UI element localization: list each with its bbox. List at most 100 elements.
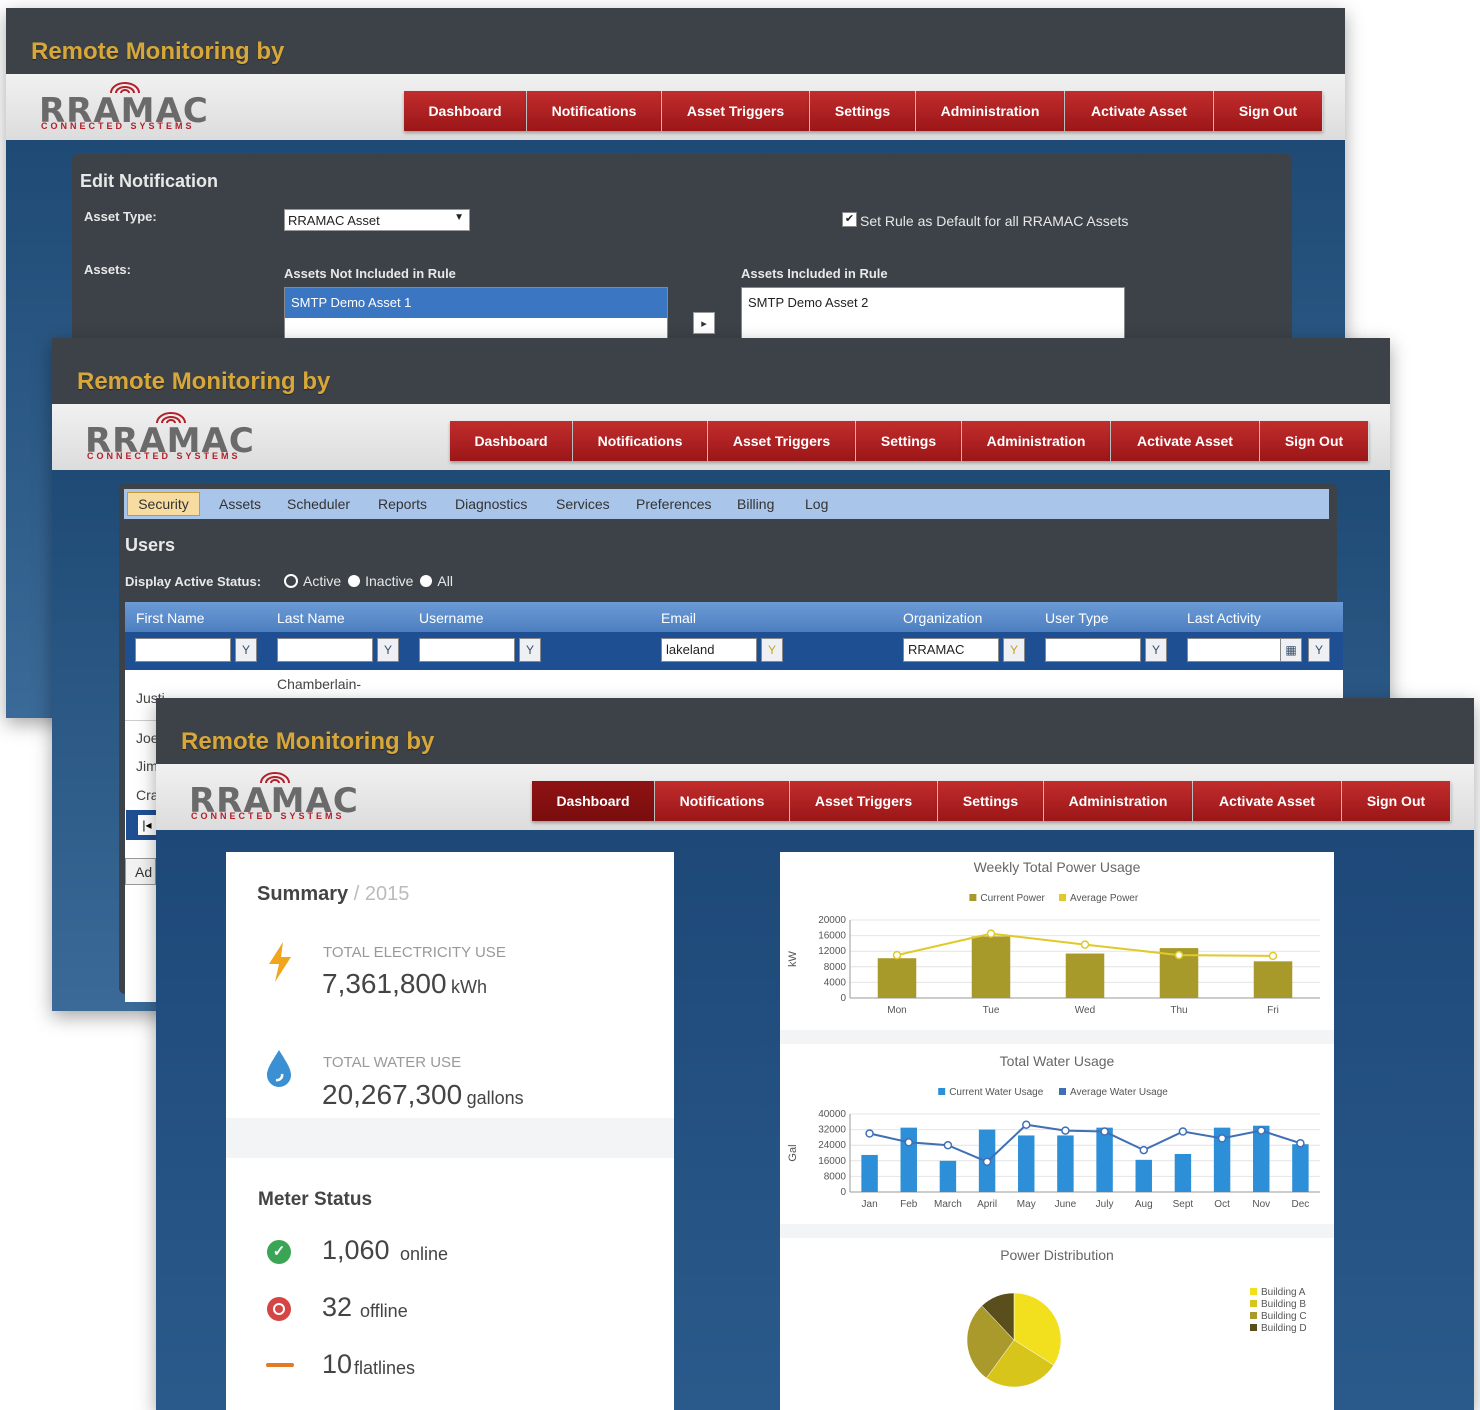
nav-settings[interactable]: Settings [810, 91, 916, 131]
list-item[interactable]: SMTP Demo Asset 1 [285, 288, 667, 318]
nav-settings[interactable]: Settings [938, 781, 1044, 821]
nav-sign-out[interactable]: Sign Out [1260, 421, 1369, 461]
grid-header: First Name Last Name Username Email Orga… [125, 602, 1343, 632]
meter-flatline-label: flatlines [354, 1358, 416, 1378]
filter-user-type[interactable] [1045, 638, 1141, 662]
average-point [1174, 950, 1184, 960]
filter-last-name[interactable] [277, 638, 373, 662]
filter-active-icon[interactable]: Y [1003, 638, 1025, 662]
rramac-logo[interactable]: RRAMAC CONNECTED SYSTEMS [39, 81, 219, 133]
filter-active-icon[interactable]: Y [761, 638, 783, 662]
filter-icon[interactable]: Y [377, 638, 399, 662]
asset-type-select[interactable]: RRAMAC Asset ▼ [284, 209, 470, 231]
not-included-header: Assets Not Included in Rule [284, 266, 456, 281]
average-point [943, 1140, 953, 1150]
rramac-logo[interactable]: RRAMAC CONNECTED SYSTEMS [85, 411, 265, 463]
chart-title: Total Water Usage [1000, 1053, 1115, 1069]
x-tick-label: Mon [887, 1005, 906, 1016]
nav-dashboard[interactable]: Dashboard [404, 91, 527, 131]
tab-preferences[interactable]: Preferences [636, 496, 711, 512]
tab-scheduler[interactable]: Scheduler [287, 496, 350, 512]
no-entry-icon [267, 1297, 291, 1321]
radio-all[interactable] [420, 575, 433, 587]
add-user-button[interactable]: Ad [125, 858, 156, 885]
move-right-button[interactable]: ▸ [693, 312, 715, 334]
legend-label: Average Power [1070, 893, 1139, 904]
meter-offline-count: 32 [322, 1292, 353, 1322]
assets-label: Assets: [84, 262, 131, 277]
nav-sign-out[interactable]: Sign Out [1342, 781, 1451, 821]
x-tick-label: Fri [1267, 1005, 1279, 1016]
electricity-label: TOTAL ELECTRICITY USE [323, 944, 506, 961]
filter-icon[interactable]: Y [235, 638, 257, 662]
nav-notifications[interactable]: Notifications [527, 91, 662, 131]
col-organization[interactable]: Organization [903, 610, 982, 626]
no-entry-ring [273, 1303, 285, 1315]
nav-administration[interactable]: Administration [962, 421, 1111, 461]
nav-sign-out[interactable]: Sign Out [1214, 91, 1323, 131]
average-point [1268, 951, 1278, 961]
dashboard-window: Remote Monitoring by RRAMAC CONNECTED SY… [156, 698, 1474, 1410]
tab-log[interactable]: Log [805, 496, 828, 512]
users-rows-peek: Joe Jim Cra |◂ [126, 724, 159, 840]
col-last-activity[interactable]: Last Activity [1187, 610, 1261, 626]
tab-billing[interactable]: Billing [737, 496, 774, 512]
tab-assets[interactable]: Assets [219, 496, 261, 512]
radio-active[interactable] [284, 574, 298, 588]
nav-dashboard[interactable]: Dashboard [532, 781, 655, 821]
nav-asset-triggers[interactable]: Asset Triggers [790, 781, 938, 821]
default-rule-checkbox[interactable]: ✔ [842, 212, 857, 227]
nav-activate-asset[interactable]: Activate Asset [1193, 781, 1342, 821]
filter-row: Y Y Y lakeland Y RRAMAC Y Y ▦ Y [125, 632, 1343, 670]
rramac-logo[interactable]: RRAMAC CONNECTED SYSTEMS [189, 771, 369, 823]
first-page-icon[interactable]: |◂ [138, 815, 156, 835]
legend-label: Current Water Usage [949, 1087, 1044, 1098]
col-user-type[interactable]: User Type [1045, 610, 1109, 626]
header-bar: Remote Monitoring by [52, 338, 1390, 404]
list-item[interactable]: SMTP Demo Asset 2 [742, 288, 1124, 318]
nav-administration[interactable]: Administration [1044, 781, 1193, 821]
tab-reports[interactable]: Reports [378, 496, 427, 512]
nav-asset-triggers[interactable]: Asset Triggers [662, 91, 810, 131]
filter-first-name[interactable] [135, 638, 231, 662]
summary-label: Summary [257, 883, 349, 905]
nav-dashboard[interactable]: Dashboard [450, 421, 573, 461]
filter-icon[interactable]: Y [1308, 638, 1330, 662]
average-point [1217, 1134, 1227, 1143]
filter-organization[interactable]: RRAMAC [903, 638, 999, 662]
tab-services[interactable]: Services [556, 496, 610, 512]
filter-email[interactable]: lakeland [661, 638, 757, 662]
charts-card: Weekly Total Power Usage Current Power Ave… [780, 852, 1334, 1410]
x-tick-label: Aug [1135, 1199, 1153, 1210]
meter-flatline-count: 10 [322, 1349, 353, 1379]
logo-tagline: CONNECTED SYSTEMS [87, 451, 241, 461]
calendar-icon[interactable]: ▦ [1280, 638, 1302, 662]
nav-activate-asset[interactable]: Activate Asset [1111, 421, 1260, 461]
filter-last-activity[interactable] [1187, 638, 1283, 662]
col-last-name[interactable]: Last Name [277, 610, 345, 626]
nav-asset-triggers[interactable]: Asset Triggers [708, 421, 856, 461]
average-point [1080, 940, 1090, 949]
pager-bar: |◂ [126, 810, 156, 840]
col-first-name[interactable]: First Name [136, 610, 204, 626]
nav-settings[interactable]: Settings [856, 421, 962, 461]
nav-activate-asset[interactable]: Activate Asset [1065, 91, 1214, 131]
col-username[interactable]: Username [419, 610, 484, 626]
default-rule-label: Set Rule as Default for all RRAMAC Asset… [860, 213, 1129, 229]
legend-swatch [938, 1088, 946, 1095]
filter-icon[interactable]: Y [519, 638, 541, 662]
average-point [982, 1157, 992, 1167]
bar [1018, 1135, 1035, 1192]
nav-notifications[interactable]: Notifications [573, 421, 708, 461]
tab-security[interactable]: Security [127, 492, 200, 516]
average-point [1296, 1139, 1305, 1148]
header-bar: Remote Monitoring by [156, 698, 1474, 764]
radio-inactive[interactable] [348, 575, 361, 587]
y-tick-label: 16000 [818, 1156, 846, 1167]
nav-notifications[interactable]: Notifications [655, 781, 790, 821]
filter-icon[interactable]: Y [1145, 638, 1167, 662]
nav-administration[interactable]: Administration [916, 91, 1065, 131]
filter-username[interactable] [419, 638, 515, 662]
col-email[interactable]: Email [661, 610, 696, 626]
tab-diagnostics[interactable]: Diagnostics [455, 496, 527, 512]
